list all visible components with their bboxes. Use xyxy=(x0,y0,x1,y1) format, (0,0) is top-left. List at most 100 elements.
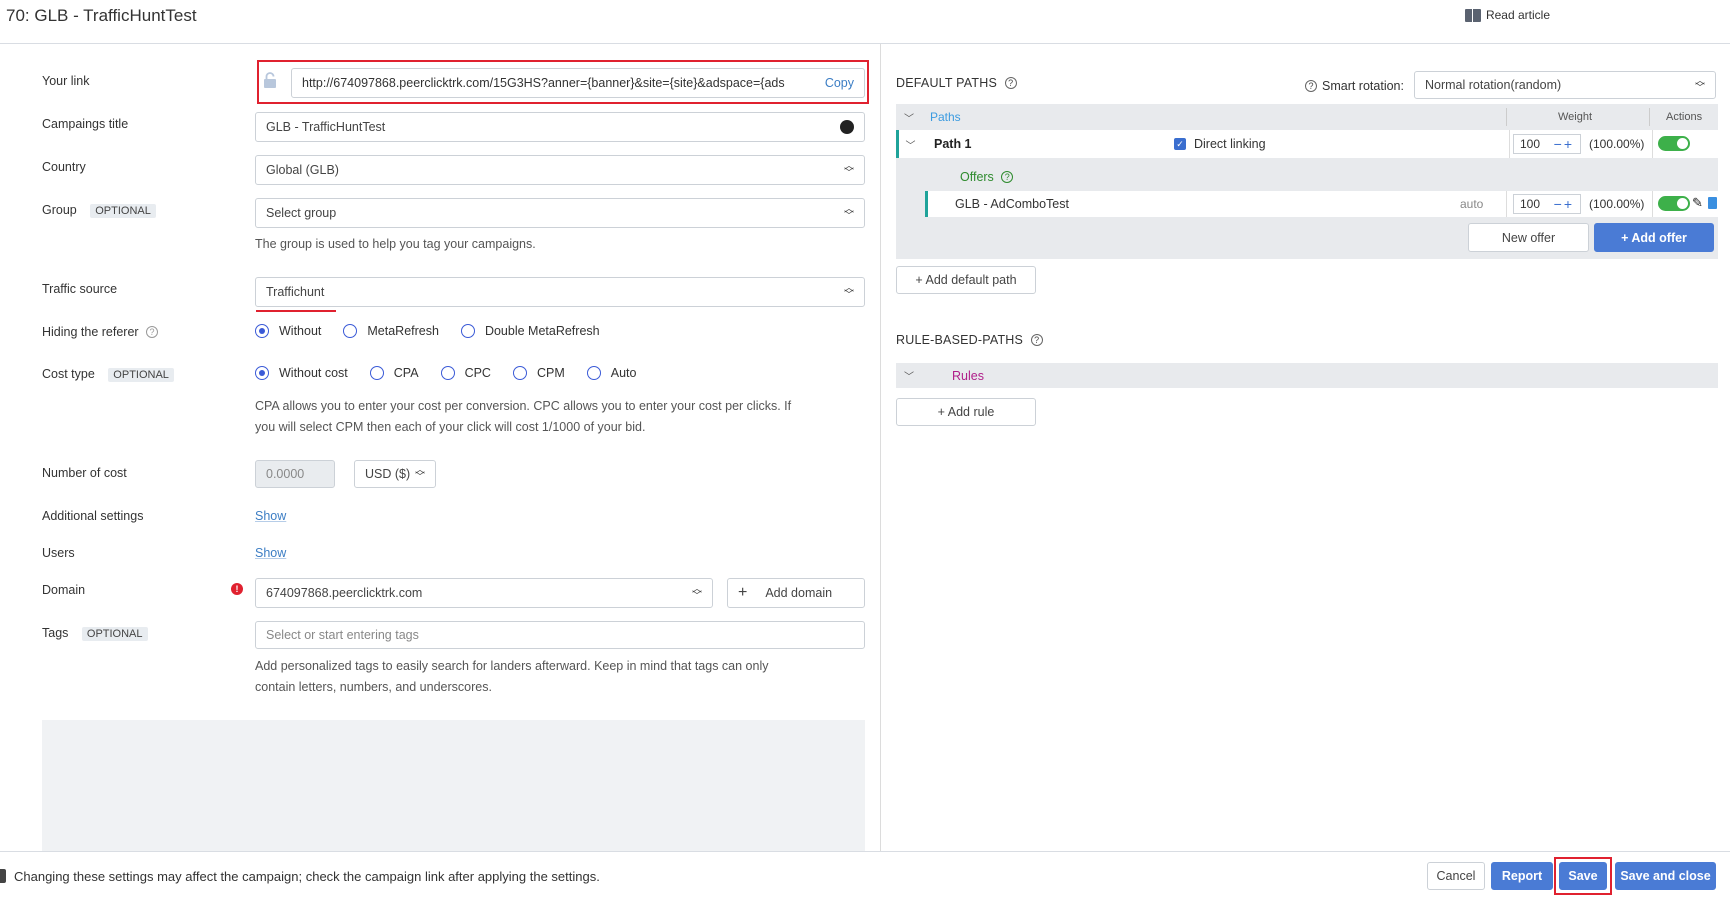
radio-label: CPA xyxy=(393,366,419,380)
chevron-down-icon[interactable]: ﹀ xyxy=(896,110,922,125)
radio-unchecked-icon xyxy=(343,324,358,338)
offer-toggle[interactable] xyxy=(1658,196,1690,211)
select-arrows-icon: ︿ ﹀ xyxy=(415,465,425,483)
column-divider xyxy=(1652,191,1653,217)
select-arrows-icon: ︿ ﹀ xyxy=(692,584,702,602)
add-default-path-button[interactable]: + Add default path xyxy=(896,266,1036,294)
offer-weight-stepper[interactable]: 100 −+ xyxy=(1513,194,1581,214)
country-value: Global (GLB) xyxy=(266,163,339,177)
paths-header-label: Paths xyxy=(930,110,961,124)
offer-weight-value: 100 xyxy=(1520,197,1541,211)
chevron-down-icon[interactable]: ﹀ xyxy=(896,368,922,383)
report-button[interactable]: Report xyxy=(1491,862,1553,890)
add-offer-button[interactable]: + Add offer xyxy=(1594,223,1714,252)
save-and-close-button[interactable]: Save and close xyxy=(1615,862,1716,890)
paths-table-header: ﹀ Paths Weight Actions xyxy=(896,104,1718,130)
path-toggle[interactable] xyxy=(1658,136,1690,151)
weight-header-label: Weight xyxy=(1558,111,1593,123)
new-offer-button[interactable]: New offer xyxy=(1468,223,1589,252)
cost-type-label-wrap: Cost type OPTIONAL xyxy=(42,367,174,382)
path-row[interactable]: ﹀ Path 1 ✓ Direct linking 100 −+ (100.00… xyxy=(896,130,1718,158)
radio-auto[interactable]: Auto xyxy=(586,366,636,380)
save-button[interactable]: Save xyxy=(1559,862,1607,890)
cancel-button[interactable]: Cancel xyxy=(1427,862,1485,890)
cost-number-input[interactable]: 0.0000 xyxy=(255,460,335,488)
tags-help-line2: contain letters, numbers, and underscore… xyxy=(255,680,492,694)
select-arrows-icon: ︿ ﹀ xyxy=(844,161,854,179)
header-divider xyxy=(0,43,1730,44)
radio-checked-icon xyxy=(255,324,269,338)
number-of-cost-label: Number of cost xyxy=(42,466,127,480)
cost-type-radio-group: Without cost CPA CPC CPM Auto xyxy=(255,366,658,380)
campaign-title-value: GLB - TrafficHuntTest xyxy=(266,120,386,134)
select-arrows-icon: ︿ ﹀ xyxy=(1695,76,1705,94)
traffic-source-label: Traffic source xyxy=(42,282,118,296)
campaign-link-value: http://674097868.peerclicktrk.com/15G3HS… xyxy=(302,76,785,90)
direct-linking-label: Direct linking xyxy=(1194,137,1266,151)
trash-icon[interactable] xyxy=(1708,197,1717,209)
radio-unchecked-icon xyxy=(512,366,527,380)
campaign-link-field[interactable]: http://674097868.peerclicktrk.com/15G3HS… xyxy=(291,68,865,98)
radio-without[interactable]: Without xyxy=(255,324,321,338)
currency-select[interactable]: USD ($) ︿ ﹀ xyxy=(354,460,436,488)
select-arrows-icon: ︿ ﹀ xyxy=(844,204,854,222)
offer-weight-percent: (100.00%) xyxy=(1589,197,1645,211)
offer-row[interactable]: GLB - AdComboTest auto 100 −+ (100.00%) … xyxy=(925,191,1718,217)
additional-settings-show-link[interactable]: Show xyxy=(255,509,286,523)
help-icon[interactable]: ? xyxy=(1030,334,1043,346)
path-weight-stepper[interactable]: 100 −+ xyxy=(1513,134,1581,154)
smart-rotation-label: Smart rotation: xyxy=(1322,79,1404,93)
radio-cpa[interactable]: CPA xyxy=(369,366,419,380)
help-icon[interactable]: ? xyxy=(1004,77,1017,89)
tags-label-wrap: Tags OPTIONAL xyxy=(42,626,148,641)
smart-rotation-value: Normal rotation(random) xyxy=(1425,78,1562,92)
page-title: 70: GLB - TrafficHuntTest xyxy=(6,6,197,25)
radio-double-metarefresh[interactable]: Double MetaRefresh xyxy=(460,324,600,338)
radio-label: MetaRefresh xyxy=(367,324,439,338)
read-article-link[interactable]: Read article xyxy=(1464,8,1550,22)
minus-plus-icon[interactable]: −+ xyxy=(1554,136,1574,152)
country-select[interactable]: Global (GLB) ︿ ﹀ xyxy=(255,155,865,185)
tags-help-line1: Add personalized tags to easily search f… xyxy=(255,659,769,673)
help-icon[interactable]: ? xyxy=(1305,80,1317,92)
offers-heading: Offers ? xyxy=(960,170,1014,184)
rules-row[interactable]: ﹀ Rules xyxy=(896,363,1718,388)
cost-type-help-line2: you will select CPM then each of your cl… xyxy=(255,420,646,434)
users-show-link[interactable]: Show xyxy=(255,546,286,560)
currency-value: USD ($) xyxy=(365,467,411,481)
country-label: Country xyxy=(42,160,86,174)
traffic-source-value: Traffichunt xyxy=(266,285,325,299)
add-domain-button[interactable]: + Add domain xyxy=(727,578,865,608)
radio-cpc[interactable]: CPC xyxy=(440,366,491,380)
smart-rotation-select[interactable]: Normal rotation(random) ︿ ﹀ xyxy=(1414,71,1716,99)
pencil-icon[interactable]: ✎ xyxy=(1692,195,1703,211)
offer-mode: auto xyxy=(1460,197,1484,211)
add-rule-button[interactable]: + Add rule xyxy=(896,398,1036,426)
tags-label: Tags xyxy=(42,626,69,640)
traffic-source-select[interactable]: Traffichunt ︿ ﹀ xyxy=(255,277,865,307)
color-dot-icon[interactable] xyxy=(840,120,854,134)
radio-cpm[interactable]: CPM xyxy=(512,366,565,380)
path-weight-percent: (100.00%) xyxy=(1589,137,1645,151)
chevron-down-icon[interactable]: ﹀ xyxy=(899,137,922,152)
domain-value: 674097868.peerclicktrk.com xyxy=(266,586,423,600)
radio-label: CPM xyxy=(536,366,565,380)
domain-select[interactable]: 674097868.peerclicktrk.com ︿ ﹀ xyxy=(255,578,713,608)
help-icon[interactable]: ? xyxy=(1001,171,1014,183)
info-icon xyxy=(0,869,6,883)
campaign-title-input[interactable]: GLB - TrafficHuntTest xyxy=(255,112,865,142)
tags-input[interactable]: Select or start entering tags xyxy=(255,621,865,649)
minus-plus-icon[interactable]: −+ xyxy=(1554,196,1574,212)
book-icon xyxy=(1464,8,1481,22)
help-icon[interactable]: ? xyxy=(146,326,159,338)
copy-button[interactable]: Copy xyxy=(825,76,854,90)
radio-label: Double MetaRefresh xyxy=(484,324,600,338)
group-select[interactable]: Select group ︿ ﹀ xyxy=(255,198,865,228)
radio-unchecked-icon xyxy=(440,366,455,380)
radio-without-cost[interactable]: Without cost xyxy=(255,366,348,380)
hiding-referer-label-wrap: Hiding the referer ? xyxy=(42,325,159,339)
checkbox-checked-icon[interactable]: ✓ xyxy=(1174,138,1186,150)
group-label: Group xyxy=(42,203,77,217)
group-placeholder: Select group xyxy=(266,206,337,220)
radio-metarefresh[interactable]: MetaRefresh xyxy=(343,324,439,338)
